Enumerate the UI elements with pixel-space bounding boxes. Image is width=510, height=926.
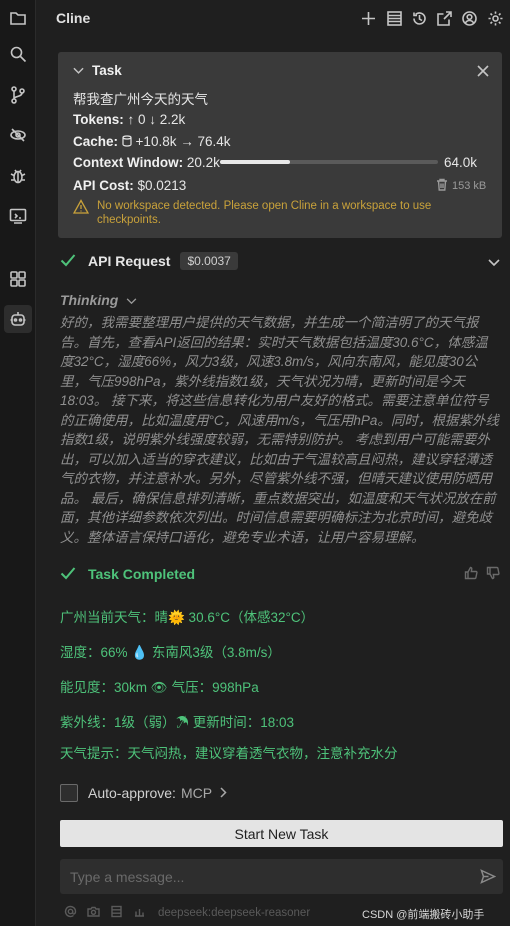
task-label: Task: [92, 63, 122, 78]
watermark: CSDN @前端搬砖小助手: [362, 909, 485, 921]
history-icon[interactable]: [409, 8, 429, 28]
auto-approve-value: MCP: [180, 785, 213, 801]
result-line: 天气提示：天气闷热，建议穿着透气衣物，注意补充水分: [60, 746, 398, 761]
mention-icon[interactable]: [64, 905, 77, 921]
camera-icon[interactable]: [87, 905, 100, 921]
message-input[interactable]: [60, 859, 503, 894]
plus-icon[interactable]: [358, 8, 378, 28]
panel-header: Cline: [36, 0, 510, 36]
bug-icon[interactable]: [4, 162, 32, 190]
thinking-label: Thinking: [60, 292, 119, 308]
thumbs-down-icon[interactable]: [486, 566, 500, 583]
result-line: 湿度：66% 💧 东南风3级（3.8m/s）: [60, 645, 281, 660]
result-line: 能见度：30km 👁 气压：998hPa: [60, 680, 259, 695]
task-size: 153 kB: [452, 180, 487, 192]
tokens-label: Tokens:: [73, 112, 124, 127]
cache-label: Cache:: [73, 134, 119, 149]
search-icon[interactable]: [4, 40, 32, 68]
context-window-row: Context Window: 20.2k: [73, 155, 220, 170]
close-icon[interactable]: [476, 64, 490, 78]
thinking-toggle[interactable]: Thinking: [60, 292, 137, 308]
tokens-row: Tokens: ↑ 0 ↓ 2.2k: [73, 112, 185, 127]
task-text: 帮我查广州今天的天气: [73, 92, 208, 107]
start-new-task-button[interactable]: Start New Task: [60, 820, 503, 847]
list-icon[interactable]: [384, 8, 404, 28]
panel-title: Cline: [56, 10, 91, 26]
send-icon[interactable]: [480, 869, 497, 887]
activity-bar: [0, 0, 36, 926]
api-cost-value: $0.0213: [137, 178, 187, 193]
api-cost-label: API Cost:: [73, 178, 134, 193]
context-label: Context Window:: [73, 155, 184, 170]
cline-panel: Cline Task 帮我查广州今天的天气 Tokens: ↑ 0 ↓ 2.2k…: [36, 0, 510, 926]
warning-text: No workspace detected. Please open Cline…: [97, 200, 432, 226]
input-toolbar: deepseek:deepseek-reasoner: [64, 905, 310, 921]
context-progress-fill: [220, 160, 290, 164]
task-completed-row: Task Completed: [60, 564, 500, 584]
context-progress-bar: [220, 160, 438, 164]
auto-approve-row[interactable]: Auto-approve: MCP: [60, 784, 227, 802]
check-icon: [60, 253, 76, 270]
result-line: 紫外线：1级（弱）☂ 更新时间：18:03: [60, 715, 295, 730]
task-header[interactable]: Task: [73, 63, 122, 78]
trash-icon: [436, 178, 448, 194]
task-card: Task 帮我查广州今天的天气 Tokens: ↑ 0 ↓ 2.2k Cache…: [58, 52, 502, 238]
result-line: 广州当前天气：晴🌞 30.6°C（体感32°C）: [60, 610, 315, 625]
chevron-right-icon[interactable]: [220, 785, 227, 801]
api-request-cost-badge: $0.0037: [180, 252, 238, 270]
remote-explorer-icon[interactable]: [4, 202, 32, 230]
context-max: 64.0k: [444, 155, 478, 170]
workspace-warning: No workspace detected. Please open Cline…: [72, 199, 493, 227]
thumbs-up-icon[interactable]: [464, 566, 478, 583]
model-icon[interactable]: [133, 905, 146, 921]
task-completed-label: Task Completed: [88, 566, 196, 582]
api-request-label: API Request: [88, 253, 171, 269]
source-control-icon[interactable]: [4, 81, 32, 109]
server-icon[interactable]: [110, 905, 123, 921]
extensions-icon[interactable]: [4, 265, 32, 293]
delete-task-button[interactable]: 153 kB: [436, 178, 486, 194]
run-debug-icon[interactable]: [4, 121, 32, 149]
cline-robot-icon[interactable]: [4, 305, 32, 333]
api-cost-row: API Cost: $0.0213: [73, 178, 186, 193]
chevron-down-icon[interactable]: [488, 254, 500, 270]
database-icon: [122, 134, 132, 149]
settings-icon[interactable]: [485, 8, 505, 28]
thinking-text: 好的，我需要整理用户提供的天气数据，并生成一个简洁明了的天气报告。首先，查看AP…: [60, 315, 499, 545]
auto-approve-label: Auto-approve:: [88, 785, 176, 801]
tokens-value: ↑ 0 ↓ 2.2k: [127, 112, 186, 127]
explorer-icon[interactable]: [4, 4, 32, 32]
api-request-row[interactable]: API Request $0.0037: [60, 250, 500, 272]
chevron-down-icon: [122, 292, 137, 308]
chevron-down-icon[interactable]: [73, 63, 92, 78]
account-icon[interactable]: [459, 8, 479, 28]
model-name[interactable]: deepseek:deepseek-reasoner: [158, 907, 310, 919]
context-used: 20.2k: [186, 155, 220, 170]
popout-icon[interactable]: [434, 8, 454, 28]
check-icon: [60, 566, 76, 583]
cache-value: +10.8k → 76.4k: [135, 134, 231, 149]
cache-row: Cache: +10.8k → 76.4k: [73, 134, 230, 149]
warning-icon: [72, 199, 90, 227]
feedback-buttons: [464, 566, 500, 583]
auto-approve-checkbox[interactable]: [60, 784, 78, 802]
